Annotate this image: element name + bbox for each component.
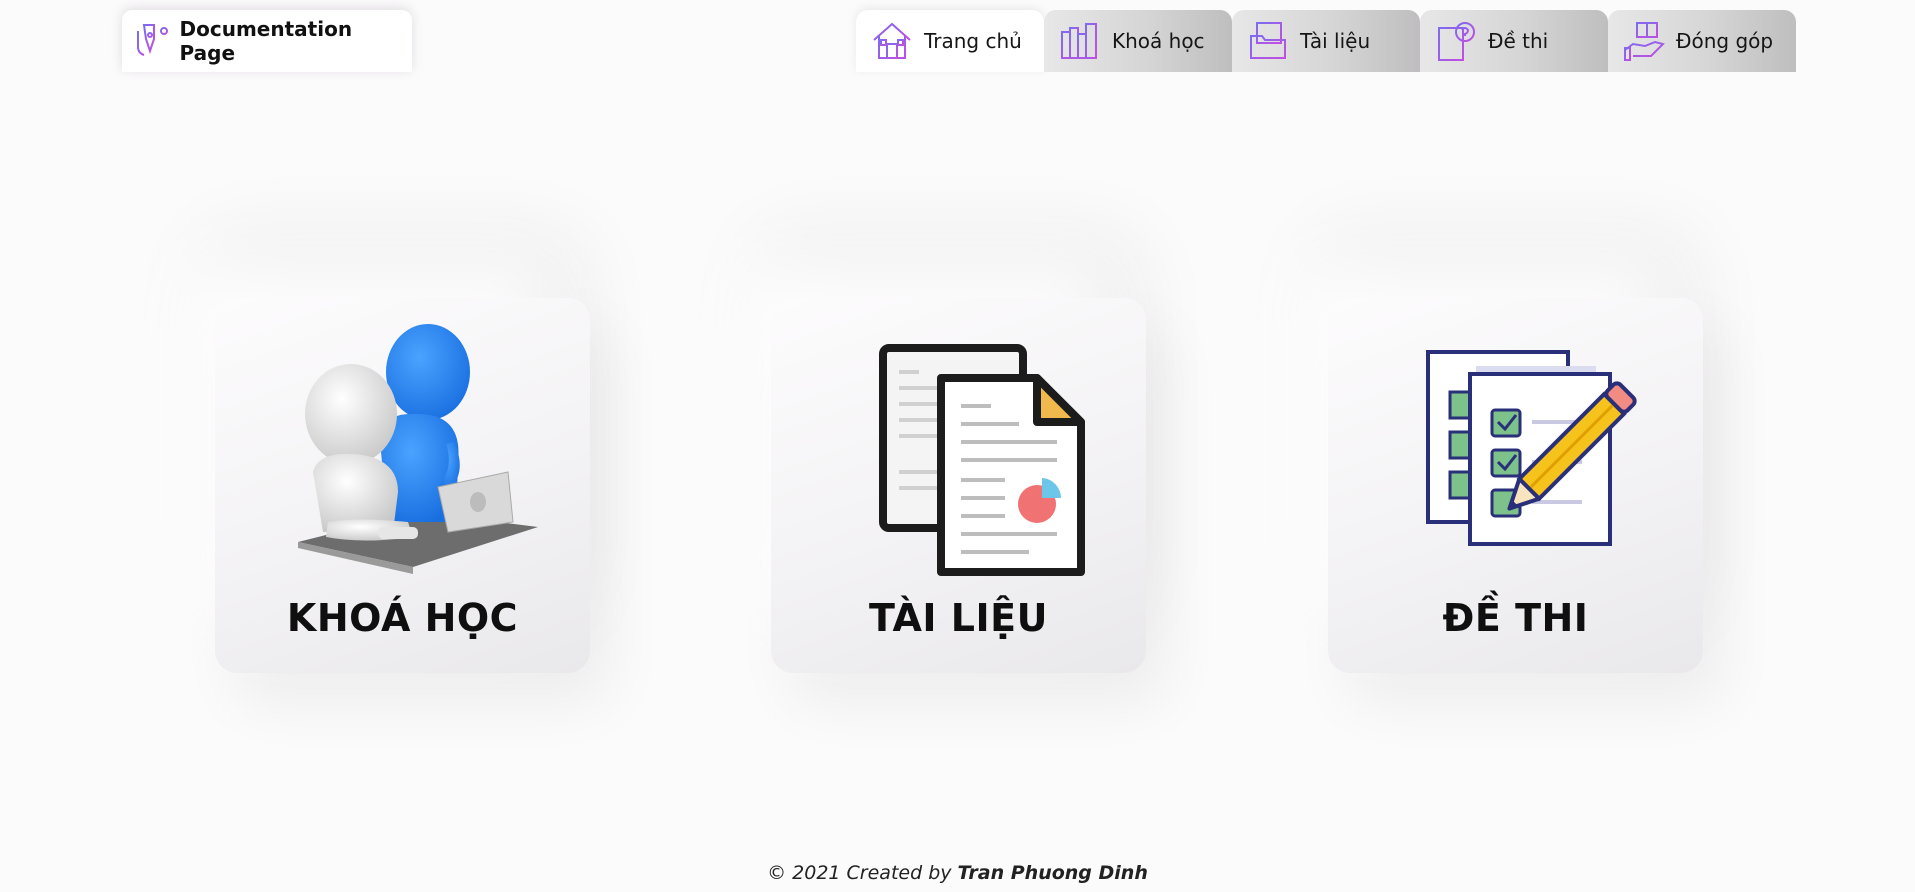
tab-label: Đề thi <box>1488 29 1549 53</box>
tab-tai-lieu[interactable]: Tài liệu <box>1232 10 1420 72</box>
main-nav: Trang chủ Khoá học Tài liệu Đề thi Đóng … <box>856 10 1796 72</box>
exam-question-icon <box>1434 19 1478 63</box>
tab-label: Khoá học <box>1112 29 1205 53</box>
tab-label: Đóng góp <box>1676 29 1774 53</box>
tab-dong-gop[interactable]: Đóng góp <box>1608 10 1796 72</box>
tab-khoa-hoc[interactable]: Khoá học <box>1044 10 1232 72</box>
books-icon <box>1058 19 1102 63</box>
tab-de-thi[interactable]: Đề thi <box>1420 10 1608 72</box>
footer-author: Tran Phuong Dinh <box>957 862 1148 884</box>
folder-documents-icon <box>1246 19 1290 63</box>
brand[interactable]: Documentation Page <box>122 10 412 72</box>
checklist-pencil-illustration <box>1328 322 1703 592</box>
teacher-student-laptop-illustration <box>215 322 590 592</box>
hand-contribute-icon <box>1622 19 1666 63</box>
card-title: ĐỀ THI <box>1442 596 1589 640</box>
card-tai-lieu[interactable]: TÀI LIỆU <box>771 298 1146 673</box>
home-icon <box>870 19 914 63</box>
card-title: TÀI LIỆU <box>869 596 1048 640</box>
card-title: KHOÁ HỌC <box>286 596 519 640</box>
footer-prefix: © 2021 Created by <box>767 862 958 884</box>
tab-label: Trang chủ <box>924 29 1022 53</box>
tab-trang-chu[interactable]: Trang chủ <box>856 10 1044 72</box>
brand-title: Documentation Page <box>179 17 353 65</box>
card-khoa-hoc[interactable]: KHOÁ HỌC <box>215 298 590 673</box>
pen-tool-icon <box>128 19 172 63</box>
footer: © 2021 Created by Tran Phuong Dinh <box>0 862 1915 884</box>
tab-label: Tài liệu <box>1300 29 1371 53</box>
documents-pie-chart-illustration <box>771 322 1146 592</box>
card-de-thi[interactable]: ĐỀ THI <box>1328 298 1703 673</box>
